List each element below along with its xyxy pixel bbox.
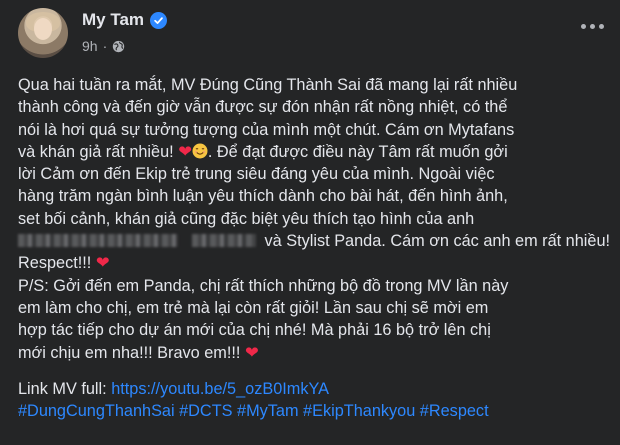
video-link-line: Link MV full: https://youtu.be/5_ozB0Imk… bbox=[18, 378, 610, 400]
post-line-text: Respect!!! bbox=[18, 254, 92, 273]
post-line-with-emoji: Respect!!! ❤ bbox=[18, 252, 610, 274]
post-line-text: và khán giả rất nhiều! bbox=[18, 142, 174, 161]
author-name-row: My Tam bbox=[82, 10, 168, 30]
link-label: Link MV full: bbox=[18, 379, 112, 398]
post-meta: 9h · bbox=[82, 38, 125, 54]
video-link[interactable]: https://youtu.be/5_ozB0ImkYA bbox=[111, 380, 329, 398]
post-line-with-emoji: và khán giả rất nhiều! ❤ . Để đạt được đi… bbox=[18, 141, 610, 163]
post-text: Qua hai tuần ra mắt, MV Đúng Cũng Thành … bbox=[18, 74, 610, 422]
post-line: nói là hơi quá sự tưởng tượng của mình m… bbox=[18, 120, 515, 139]
avatar-face bbox=[34, 18, 52, 40]
redacted-name bbox=[18, 234, 178, 248]
author-name[interactable]: My Tam bbox=[82, 10, 144, 30]
avatar[interactable] bbox=[18, 8, 68, 58]
post-line-with-emoji: mới chịu em nha!!! Bravo em!!! ❤ bbox=[18, 342, 610, 364]
verified-check-icon bbox=[150, 11, 168, 29]
post-line-text: . Để đạt được điều này Tâm rất muốn gởi bbox=[207, 142, 508, 161]
heart-emoji: ❤ bbox=[95, 254, 110, 273]
post-line: em làm cho chị, em trẻ mà lại còn rất gi… bbox=[18, 298, 489, 317]
post-line: Qua hai tuần ra mắt, MV Đúng Cũng Thành … bbox=[18, 76, 518, 94]
redacted-name bbox=[192, 234, 256, 248]
post-line-with-redaction: và Stylist Panda. Cám ơn các anh em rất … bbox=[18, 230, 610, 252]
meta-separator: · bbox=[102, 38, 108, 54]
more-options-icon[interactable] bbox=[576, 14, 608, 38]
hashtags[interactable]: #DungCungThanhSai #DCTS #MyTam #EkipThan… bbox=[18, 400, 610, 422]
post-line-text: và Stylist Panda. Cám ơn các anh em rất … bbox=[264, 232, 611, 251]
heart-emoji: ❤ bbox=[178, 142, 192, 161]
post-line: P/S: Gởi đến em Panda, chị rất thích nhữ… bbox=[18, 276, 509, 295]
post-line: thành công và đến giờ vẫn được sự đón nh… bbox=[18, 98, 508, 117]
heart-emoji: ❤ bbox=[244, 343, 259, 362]
post-line: hợp tác tiếp cho dự án mới của chị nhé! … bbox=[18, 321, 491, 340]
post-line: hàng trăm ngàn bình luận yêu thích dành … bbox=[18, 187, 508, 206]
post-line: set bối cảnh, khán giả cũng đặc biệt yêu… bbox=[18, 209, 475, 228]
post-line: lời Cảm ơn đến Ekip trẻ trung siêu đáng … bbox=[18, 165, 495, 184]
post-time[interactable]: 9h bbox=[82, 38, 98, 54]
globe-icon[interactable] bbox=[112, 40, 125, 53]
smiling-face-icon bbox=[192, 143, 208, 159]
post-card: My Tam 9h · Qua hai tuần ra mắt, MV Đúng… bbox=[0, 0, 620, 445]
post-line-text: mới chịu em nha!!! Bravo em!!! bbox=[18, 343, 241, 362]
